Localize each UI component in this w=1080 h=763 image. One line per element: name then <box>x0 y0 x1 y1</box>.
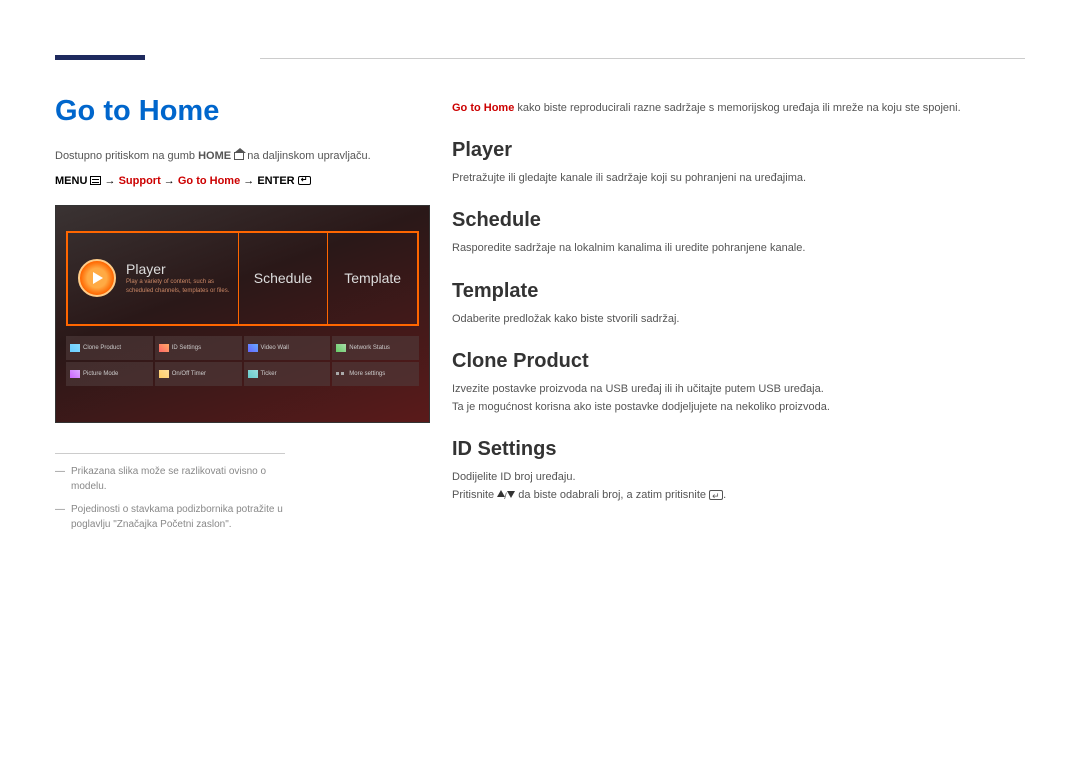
heading-id-settings: ID Settings <box>452 438 1025 461</box>
notes-divider: Prikazana slika može se razlikovati ovis… <box>55 453 285 532</box>
menu-label: MENU <box>55 175 87 187</box>
text-id-settings: Dodijelite ID broj uređaju. Pritisnite /… <box>452 469 1025 504</box>
cell-label: Network Status <box>349 345 390 351</box>
arrow-1: → <box>105 175 119 187</box>
ticker-icon <box>248 370 258 378</box>
home-icon <box>234 152 244 160</box>
text-player: Pretražujte ili gledajte kanale ili sadr… <box>452 170 1025 188</box>
note-2: Pojedinosti o stavkama podizbornika potr… <box>55 502 285 532</box>
intro-right-bold: Go to Home <box>452 102 514 114</box>
cell-network-status[interactable]: Network Status <box>332 336 419 360</box>
cell-label: Ticker <box>261 371 277 377</box>
menu-path: MENU → Support → Go to Home → ENTER <box>55 175 430 187</box>
more-settings-icon <box>336 370 346 378</box>
tile-row: Player Play a variety of content, such a… <box>66 231 419 326</box>
cell-more-settings[interactable]: More settings <box>332 362 419 386</box>
cell-label: Picture Mode <box>83 371 118 377</box>
tile-player-sub2: scheduled channels, templates or files. <box>126 288 229 295</box>
page-title: Go to Home <box>55 95 430 128</box>
player-text: Player Play a variety of content, such a… <box>126 261 229 295</box>
intro-right-rest: kako biste reproducirali razne sadržaje … <box>514 102 960 114</box>
id-line2-post: . <box>723 489 726 501</box>
id-settings-icon <box>159 344 169 352</box>
tile-player[interactable]: Player Play a variety of content, such a… <box>68 233 239 324</box>
cell-label: ID Settings <box>172 345 201 351</box>
tile-player-label: Player <box>126 261 229 277</box>
menu-enter: ENTER <box>257 175 294 187</box>
header-rule <box>260 58 1025 59</box>
menu-icon <box>90 176 101 185</box>
onoff-timer-icon <box>159 370 169 378</box>
id-line1: Dodijelite ID broj uređaju. <box>452 471 576 483</box>
left-column: Go to Home Dostupno pritiskom na gumb HO… <box>55 95 430 540</box>
video-wall-icon <box>248 344 258 352</box>
tile-schedule-label: Schedule <box>254 270 312 286</box>
tile-player-sub1: Play a variety of content, such as <box>126 279 229 286</box>
header-accent-bar <box>55 55 145 60</box>
cell-picture-mode[interactable]: Picture Mode <box>66 362 153 386</box>
id-line2-pre: Pritisnite <box>452 489 497 501</box>
cell-onoff-timer[interactable]: On/Off Timer <box>155 362 242 386</box>
arrow-2: → <box>161 175 178 187</box>
clone-product-icon <box>70 344 80 352</box>
cell-ticker[interactable]: Ticker <box>244 362 331 386</box>
cell-label: Clone Product <box>83 345 121 351</box>
heading-clone-product: Clone Product <box>452 350 1025 373</box>
arrow-3: → <box>240 175 257 187</box>
cell-label: Video Wall <box>261 345 289 351</box>
cell-label: More settings <box>349 371 385 377</box>
tile-template[interactable]: Template <box>328 233 417 324</box>
menu-support: Support <box>119 175 161 187</box>
cell-id-settings[interactable]: ID Settings <box>155 336 242 360</box>
intro-pre: Dostupno pritiskom na gumb <box>55 150 198 162</box>
tile-schedule[interactable]: Schedule <box>239 233 329 324</box>
right-column: Go to Home kako biste reproducirali razn… <box>452 100 1025 527</box>
text-schedule: Rasporedite sadržaje na lokalnim kanalim… <box>452 240 1025 258</box>
enter-icon <box>298 176 311 185</box>
intro-home-bold: HOME <box>198 150 231 162</box>
tile-template-label: Template <box>344 270 401 286</box>
id-line2-mid: da biste odabrali broj, a zatim pritisni… <box>515 489 709 501</box>
network-status-icon <box>336 344 346 352</box>
shortcut-grid: Clone Product ID Settings Video Wall Net… <box>66 336 419 386</box>
home-screenshot: Player Play a variety of content, such a… <box>55 205 430 423</box>
heading-template: Template <box>452 280 1025 303</box>
text-template: Odaberite predložak kako biste stvorili … <box>452 311 1025 329</box>
intro-post: na daljinskom upravljaču. <box>244 150 371 162</box>
play-icon <box>78 259 116 297</box>
heading-schedule: Schedule <box>452 209 1025 232</box>
enter-icon <box>709 490 723 500</box>
heading-player: Player <box>452 139 1025 162</box>
intro-text: Dostupno pritiskom na gumb HOME na dalji… <box>55 148 430 165</box>
picture-mode-icon <box>70 370 80 378</box>
up-down-icon: / <box>497 490 515 500</box>
text-clone-product: Izvezite postavke proizvoda na USB uređa… <box>452 381 1025 416</box>
clone-line2: Ta je mogućnost korisna ako iste postavk… <box>452 401 830 413</box>
cell-clone-product[interactable]: Clone Product <box>66 336 153 360</box>
cell-video-wall[interactable]: Video Wall <box>244 336 331 360</box>
note-1: Prikazana slika može se razlikovati ovis… <box>55 464 285 494</box>
menu-gotohome: Go to Home <box>178 175 240 187</box>
intro-right: Go to Home kako biste reproducirali razn… <box>452 100 1025 117</box>
clone-line1: Izvezite postavke proizvoda na USB uređa… <box>452 383 824 395</box>
cell-label: On/Off Timer <box>172 371 206 377</box>
